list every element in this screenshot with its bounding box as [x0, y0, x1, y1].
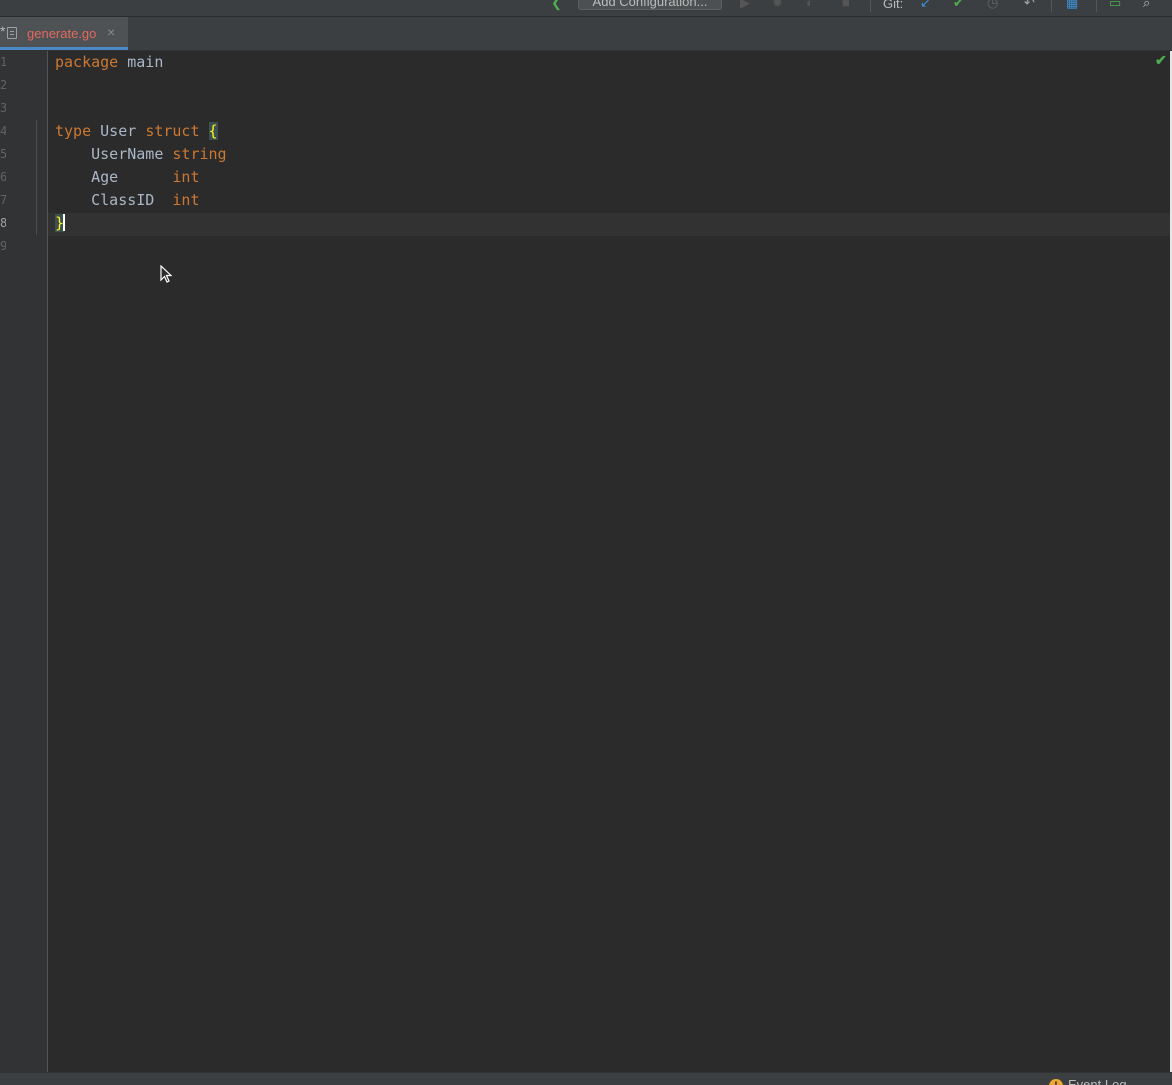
modified-marker: * [0, 23, 6, 39]
line-number: 4 [0, 124, 6, 138]
add-configuration-button[interactable]: Add Configuration... [578, 0, 722, 10]
tab-generate-go[interactable]: * generate.go × [0, 17, 128, 50]
go-file-icon [7, 27, 17, 39]
toolbar-separator [1096, 0, 1097, 12]
editor-tab-bar: * generate.go × [0, 17, 1172, 51]
code-line-7: ClassID int [55, 189, 200, 212]
back-arrow-icon[interactable]: ❮ [551, 0, 562, 10]
field-name: ClassID [55, 191, 173, 209]
event-log-badge-icon: ! [1049, 1079, 1063, 1085]
code-line-6: Age int [55, 166, 200, 189]
git-label: Git: [883, 0, 904, 11]
code-line-4: type User struct { [55, 120, 218, 143]
keyword: package [55, 53, 119, 71]
close-icon[interactable]: × [107, 24, 115, 40]
field-name: Age [55, 168, 173, 186]
mouse-cursor-icon [160, 265, 173, 283]
line-number: 2 [0, 78, 6, 92]
debug-icon[interactable]: ✹ [772, 0, 783, 10]
type-keyword: string [172, 145, 227, 163]
toolbar-separator [1051, 0, 1052, 12]
history-icon[interactable]: ◷ [987, 0, 998, 10]
matched-brace: { [208, 122, 218, 140]
code-line-8: } [55, 212, 66, 235]
type-keyword: int [172, 168, 200, 186]
code-editor[interactable]: package main type User struct { UserName… [48, 51, 1172, 1072]
fold-guide [36, 120, 37, 235]
identifier: main [118, 53, 164, 71]
field-name: UserName [55, 145, 173, 163]
profile-icon[interactable]: ◐ [806, 0, 814, 10]
code-line-5: UserName string [55, 143, 227, 166]
tab-label: generate.go [27, 26, 97, 41]
line-number-gutter[interactable]: 1 2 3 4 5 6 7 8 9 [0, 51, 48, 1072]
text-caret [63, 214, 66, 231]
line-number: 7 [0, 193, 6, 207]
keyword: type [55, 122, 92, 140]
inspection-ok-icon[interactable]: ✔ [1155, 52, 1167, 69]
status-bar: !Event Log [0, 1072, 1172, 1085]
run-icon[interactable]: ▶ [740, 0, 750, 10]
stop-icon[interactable]: ■ [842, 0, 850, 10]
line-number: 1 [0, 55, 6, 69]
identifier: User [91, 122, 146, 140]
current-line-highlight [48, 213, 1172, 236]
line-number: 5 [0, 147, 6, 161]
code-line-1: package main [55, 51, 163, 74]
keyword: struct [145, 122, 200, 140]
main-toolbar: ❮ Add Configuration... ▶ ✹ ◐ ■ Git: ↙ ✔ … [0, 0, 1172, 17]
line-number: 9 [0, 239, 6, 253]
vcs-log-icon[interactable]: ▭ [1109, 0, 1121, 10]
git-update-icon[interactable]: ↙ [920, 0, 931, 10]
line-number-current: 8 [0, 216, 6, 230]
search-icon[interactable]: ⌕ [1143, 0, 1150, 10]
type-keyword: int [172, 191, 200, 209]
git-commit-icon[interactable]: ✔ [953, 0, 964, 10]
line-number: 6 [0, 170, 6, 184]
toolbar-separator [870, 0, 871, 12]
revert-icon[interactable]: ↶ [1024, 0, 1035, 10]
active-tab-indicator [0, 47, 128, 50]
line-number: 3 [0, 101, 6, 115]
project-structure-icon[interactable]: ▦ [1066, 0, 1078, 10]
